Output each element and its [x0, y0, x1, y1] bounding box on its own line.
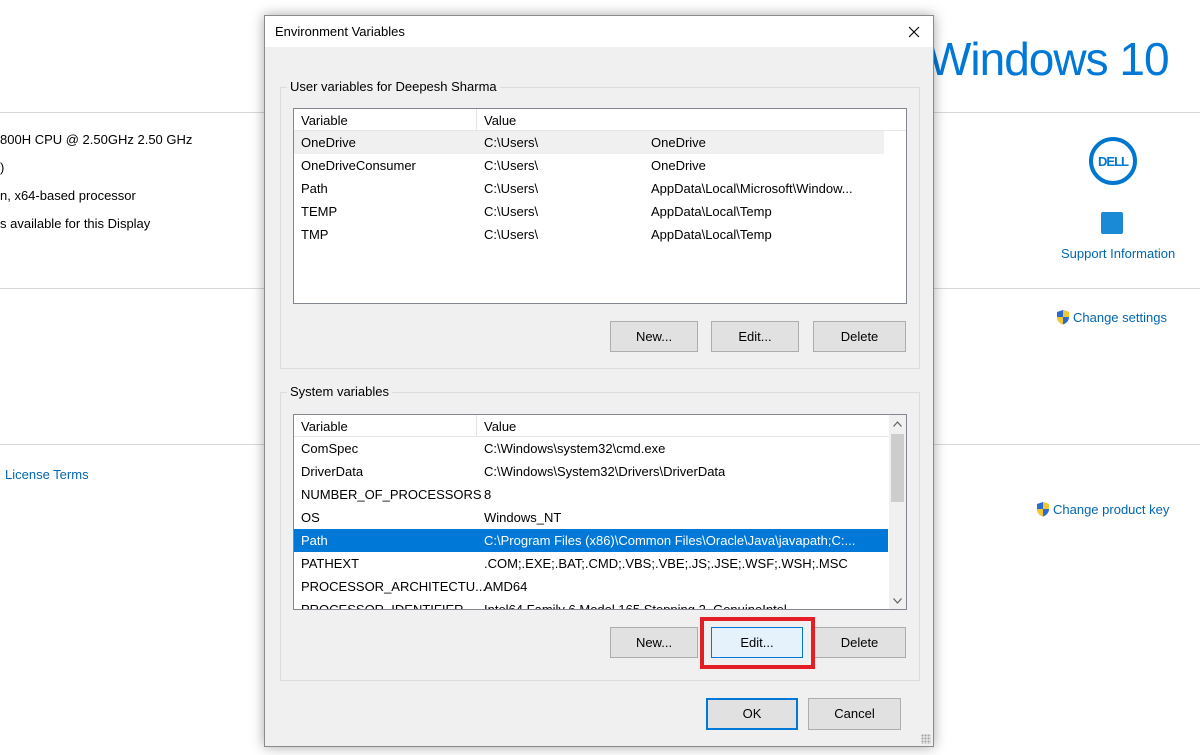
variable-value-suffix: AppData\Local\Temp — [651, 204, 772, 219]
variable-name: NUMBER_OF_PROCESSORS — [301, 487, 482, 502]
variable-value: C:\Users\ — [484, 135, 539, 150]
table-row[interactable]: NUMBER_OF_PROCESSORS 8 — [294, 483, 906, 506]
table-row-selected[interactable]: Path C:\Program Files (x86)\Common Files… — [294, 529, 888, 552]
cpu-spec-text: 800H CPU @ 2.50GHz 2.50 GHz — [0, 132, 193, 147]
variable-name: OS — [301, 510, 320, 525]
scroll-thumb[interactable] — [891, 434, 904, 502]
variable-value: C:\Users\ — [484, 204, 539, 219]
variable-value: C:\Users\ — [484, 227, 539, 242]
variable-name: Path — [301, 181, 328, 196]
ok-button[interactable]: OK — [706, 698, 798, 730]
table-row[interactable]: Path C:\Users\ AppData\Local\Microsoft\W… — [294, 177, 906, 200]
table-row[interactable]: ComSpec C:\Windows\system32\cmd.exe — [294, 437, 906, 460]
variable-value-suffix: OneDrive — [651, 135, 706, 150]
system-variables-label: System variables — [287, 384, 392, 399]
table-row[interactable]: PROCESSOR_IDENTIFIER Intel64 Family 6 Mo… — [294, 598, 906, 610]
table-row[interactable]: PROCESSOR_ARCHITECTU... AMD64 — [294, 575, 906, 598]
variable-name: TEMP — [301, 204, 338, 219]
variable-name: PATHEXT — [301, 556, 360, 571]
uac-shield-icon — [1037, 502, 1049, 517]
variable-name: DriverData — [301, 464, 364, 479]
column-header-variable[interactable]: Variable — [301, 419, 348, 434]
table-row[interactable]: PATHEXT .COM;.EXE;.BAT;.CMD;.VBS;.VBE;.J… — [294, 552, 906, 575]
chevron-up-icon — [893, 420, 902, 427]
list-header: Variable Value — [294, 415, 906, 437]
variable-value: C:\Users\ — [484, 181, 539, 196]
scroll-down-button[interactable] — [889, 592, 906, 609]
table-row[interactable]: TMP C:\Users\ AppData\Local\Temp — [294, 223, 906, 246]
scroll-up-button[interactable] — [889, 415, 906, 432]
chevron-down-icon — [893, 597, 902, 604]
variable-name: ComSpec — [301, 441, 359, 456]
change-settings-link[interactable]: Change settings — [1055, 309, 1167, 325]
uac-shield-icon — [1057, 310, 1069, 325]
variable-value: C:\Windows\System32\Drivers\DriverData — [484, 464, 726, 479]
system-type-text: n, x64-based processor — [0, 188, 136, 203]
table-row[interactable]: OS Windows_NT — [294, 506, 906, 529]
dialog-titlebar[interactable]: Environment Variables — [265, 16, 933, 47]
annotation-highlight — [700, 617, 815, 669]
variable-name: PROCESSOR_IDENTIFIER — [301, 602, 464, 610]
energy-star-logo — [1101, 212, 1123, 234]
ram-spec-text: ) — [0, 160, 5, 175]
user-new-button[interactable]: New... — [610, 321, 698, 352]
variable-value: C:\Windows\system32\cmd.exe — [484, 441, 666, 456]
system-variables-list[interactable]: Variable Value ComSpec C:\Windows\system… — [293, 414, 907, 610]
table-row[interactable]: TEMP C:\Users\ AppData\Local\Temp — [294, 200, 906, 223]
environment-variables-dialog: Environment Variables User variables for… — [264, 15, 934, 747]
support-information-link[interactable]: Support Information — [1061, 246, 1175, 261]
variable-name: OneDrive — [301, 135, 356, 150]
change-product-key-link[interactable]: Change product key — [1035, 501, 1169, 517]
user-delete-button[interactable]: Delete — [813, 321, 906, 352]
close-icon — [908, 26, 920, 37]
user-variables-label: User variables for Deepesh Sharma — [287, 79, 500, 94]
column-header-variable[interactable]: Variable — [301, 113, 348, 128]
variable-value: Windows_NT — [484, 510, 562, 525]
vertical-scrollbar[interactable] — [889, 415, 906, 609]
column-header-value[interactable]: Value — [484, 113, 516, 128]
variable-value-suffix: OneDrive — [651, 158, 706, 173]
license-terms-link[interactable]: License Terms — [5, 467, 89, 482]
pen-touch-text: s available for this Display — [0, 216, 151, 231]
table-row[interactable]: OneDriveConsumer C:\Users\ OneDrive — [294, 154, 906, 177]
system-new-button[interactable]: New... — [610, 627, 698, 658]
variable-name: Path — [301, 533, 328, 548]
variable-value-suffix: AppData\Local\Microsoft\Window... — [651, 181, 853, 196]
variable-value: C:\Users\ — [484, 158, 539, 173]
system-delete-button[interactable]: Delete — [813, 627, 906, 658]
variable-name: TMP — [301, 227, 329, 242]
variable-value: AMD64 — [484, 579, 528, 594]
list-header: Variable Value — [294, 109, 906, 131]
table-row[interactable]: OneDrive C:\Users\ OneDrive — [294, 131, 884, 154]
user-variables-list[interactable]: Variable Value OneDrive C:\Users\ OneDri… — [293, 108, 907, 304]
user-edit-button[interactable]: Edit... — [711, 321, 799, 352]
windows-10-logo: Windows 10 — [928, 33, 1170, 85]
variable-value: C:\Program Files (x86)\Common Files\Orac… — [484, 533, 856, 548]
variable-value-suffix: AppData\Local\Temp — [651, 227, 772, 242]
variable-value: .COM;.EXE;.BAT;.CMD;.VBS;.VBE;.JS;.JSE;.… — [484, 556, 848, 571]
resize-grip[interactable] — [921, 734, 931, 744]
variable-value: 8 — [484, 487, 492, 502]
dell-logo: DELL — [1089, 137, 1137, 185]
variable-name: OneDriveConsumer — [301, 158, 416, 173]
dialog-title: Environment Variables — [275, 24, 405, 39]
column-header-value[interactable]: Value — [484, 419, 516, 434]
close-button[interactable] — [895, 16, 933, 47]
variable-value: Intel64 Family 6 Model 165 Stepping 2, G… — [484, 602, 787, 610]
variable-name: PROCESSOR_ARCHITECTU... — [301, 579, 486, 594]
table-row[interactable]: DriverData C:\Windows\System32\Drivers\D… — [294, 460, 906, 483]
cancel-button[interactable]: Cancel — [808, 698, 901, 730]
